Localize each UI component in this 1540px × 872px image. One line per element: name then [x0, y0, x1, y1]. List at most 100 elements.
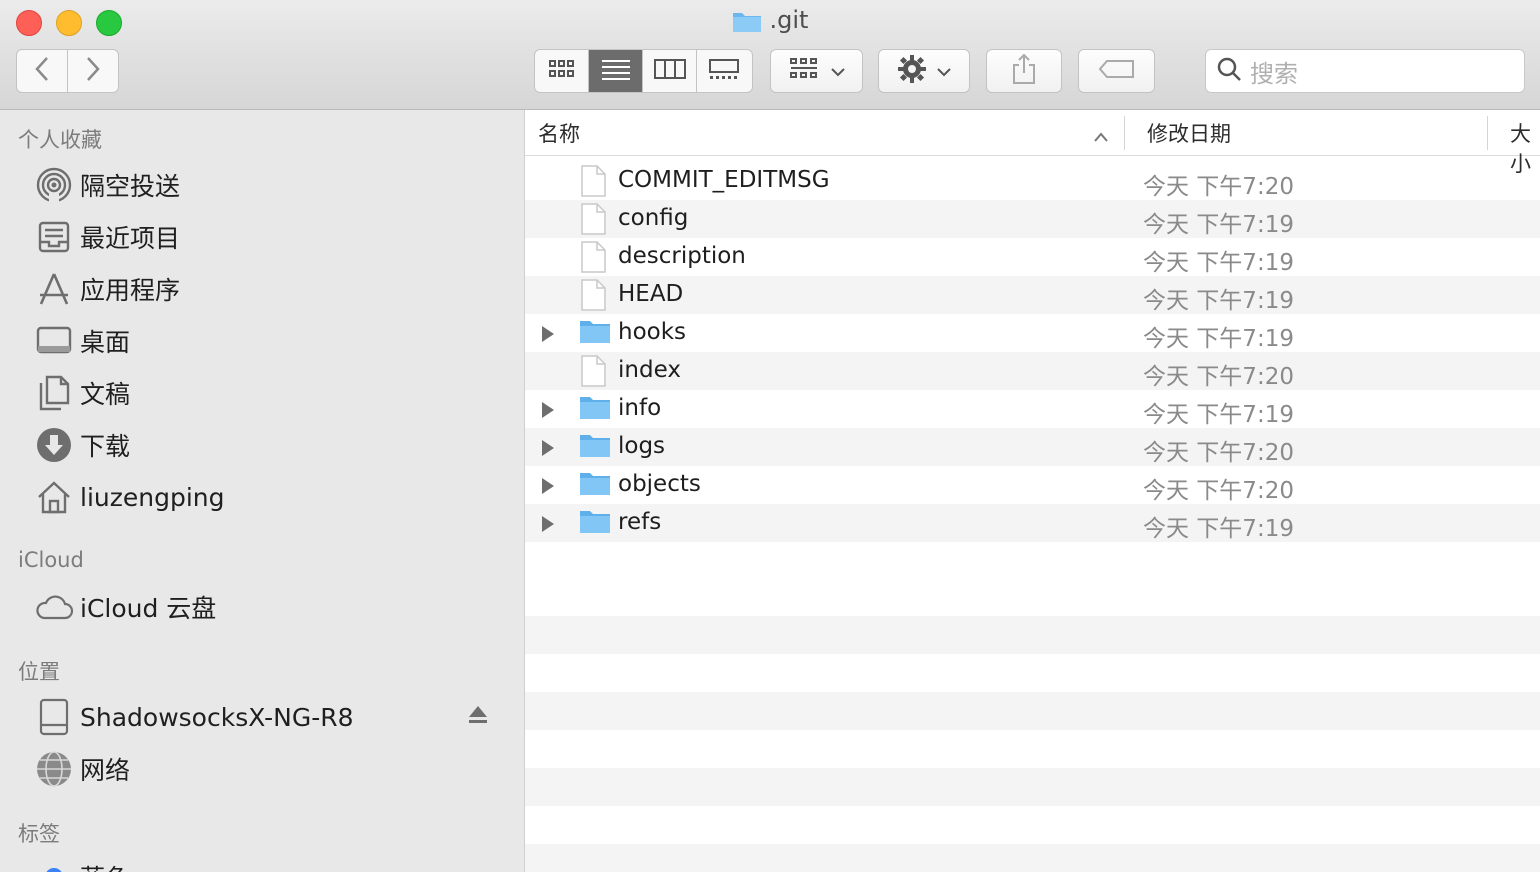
- chevron-down-icon: [937, 62, 951, 81]
- file-modified-date: 今天 下午7:19: [1143, 516, 1294, 542]
- home-icon: [34, 477, 74, 517]
- empty-row-stripe: [525, 692, 1540, 730]
- disclosure-triangle-icon[interactable]: [541, 323, 555, 349]
- forward-button[interactable]: [68, 50, 118, 92]
- file-modified-date: 今天 下午7:20: [1143, 478, 1294, 504]
- column-header-name[interactable]: 名称: [538, 118, 580, 148]
- sidebar-item-home[interactable]: liuzengping: [34, 475, 504, 519]
- file-row[interactable]: index 今天 下午7:20: [525, 352, 1540, 390]
- disclosure-triangle-icon[interactable]: [541, 475, 555, 501]
- document-icon: [579, 241, 607, 279]
- file-row[interactable]: logs 今天 下午7:20: [525, 428, 1540, 466]
- sidebar-item-label: 隔空投送: [80, 172, 181, 201]
- sidebar-item-applications[interactable]: 应用程序: [34, 267, 504, 311]
- document-icon: [579, 355, 607, 393]
- sidebar-item-airdrop[interactable]: 隔空投送: [34, 163, 504, 207]
- list-view-button[interactable]: [589, 50, 643, 92]
- sidebar-item-label: liuzengping: [80, 482, 225, 512]
- chevron-right-icon: [86, 56, 100, 86]
- file-list: 名称 修改日期 大小 COMMIT_EDITMSG 今天 下午7:20 config…: [525, 110, 1540, 872]
- file-modified-date: 今天 下午7:19: [1143, 288, 1294, 314]
- search-field[interactable]: 搜索: [1205, 49, 1525, 93]
- file-row[interactable]: hooks 今天 下午7:19: [525, 314, 1540, 352]
- eject-icon[interactable]: [468, 703, 488, 732]
- file-modified-date: 今天 下午7:19: [1143, 402, 1294, 428]
- file-name: index: [618, 357, 681, 383]
- view-mode-segment: [534, 49, 753, 93]
- sidebar-item-tag-blue[interactable]: 蓝色: [34, 855, 504, 872]
- disclosure-triangle-icon[interactable]: [541, 513, 555, 539]
- file-row[interactable]: COMMIT_EDITMSG 今天 下午7:20: [525, 162, 1540, 200]
- sidebar-item-network[interactable]: 网络: [34, 747, 504, 791]
- group-grid-icon: [789, 57, 821, 85]
- disclosure-triangle-icon[interactable]: [541, 437, 555, 463]
- chevron-left-icon: [35, 56, 49, 86]
- folder-icon: [579, 507, 611, 541]
- chevron-down-icon: [830, 62, 845, 81]
- sidebar-section-favorites: 个人收藏: [18, 128, 102, 152]
- column-divider[interactable]: [1487, 116, 1488, 150]
- sidebar-section-locations: 位置: [18, 660, 60, 684]
- file-name: hooks: [618, 319, 687, 345]
- recents-icon: [34, 217, 74, 257]
- file-modified-date: 今天 下午7:19: [1143, 326, 1294, 352]
- search-icon: [1216, 56, 1242, 86]
- file-name: info: [618, 395, 662, 421]
- share-button[interactable]: [986, 49, 1062, 93]
- sidebar-item-documents[interactable]: 文稿: [34, 371, 504, 415]
- file-row[interactable]: config 今天 下午7:19: [525, 200, 1540, 238]
- list-icon: [601, 58, 631, 84]
- sidebar-item-recents[interactable]: 最近项目: [34, 215, 504, 259]
- tag-icon: [1098, 59, 1135, 83]
- file-modified-date: 今天 下午7:20: [1143, 364, 1294, 390]
- empty-row-stripe: [525, 616, 1540, 654]
- icon-grid-icon: [548, 59, 576, 83]
- icloud-icon: [34, 587, 74, 627]
- gallery-view-button[interactable]: [697, 50, 750, 92]
- file-modified-date: 今天 下午7:20: [1143, 440, 1294, 466]
- file-row[interactable]: objects 今天 下午7:20: [525, 466, 1540, 504]
- toolbar: .git 搜索: [0, 0, 1540, 110]
- file-name: logs: [618, 433, 666, 459]
- column-divider[interactable]: [1124, 116, 1125, 150]
- column-view-button[interactable]: [643, 50, 697, 92]
- window-title: .git: [0, 6, 1540, 39]
- search-placeholder: 搜索: [1250, 59, 1298, 88]
- desktop-icon: [34, 321, 74, 361]
- file-name: HEAD: [618, 281, 684, 307]
- columns-icon: [653, 58, 686, 84]
- edit-tags-button[interactable]: [1078, 49, 1155, 93]
- back-button[interactable]: [17, 50, 68, 92]
- sidebar-item-downloads[interactable]: 下载: [34, 423, 504, 467]
- action-menu-button[interactable]: [878, 49, 970, 93]
- file-modified-date: 今天 下午7:19: [1143, 212, 1294, 238]
- sidebar-item-desktop[interactable]: 桌面: [34, 319, 504, 363]
- sidebar-item-label: 网络: [80, 756, 131, 785]
- file-name: refs: [618, 509, 662, 535]
- gallery-icon: [708, 58, 740, 84]
- file-row[interactable]: description 今天 下午7:19: [525, 238, 1540, 276]
- sidebar-item-label: 下载: [80, 432, 131, 461]
- file-row[interactable]: HEAD 今天 下午7:19: [525, 276, 1540, 314]
- disclosure-triangle-icon[interactable]: [541, 399, 555, 425]
- file-row[interactable]: info 今天 下午7:19: [525, 390, 1540, 428]
- group-by-button[interactable]: [770, 49, 863, 93]
- sidebar-item-shadowsocks-drive[interactable]: ShadowsocksX-NG-R8: [34, 695, 504, 739]
- folder-icon: [579, 469, 611, 503]
- empty-row-stripe: [525, 768, 1540, 806]
- sidebar-item-label: 蓝色: [80, 859, 130, 872]
- file-row[interactable]: refs 今天 下午7:19: [525, 504, 1540, 542]
- sidebar-item-label: 文稿: [80, 380, 131, 409]
- column-header-modified[interactable]: 修改日期: [1147, 118, 1231, 148]
- window-title-text: .git: [769, 6, 809, 34]
- downloads-icon: [34, 425, 74, 465]
- document-icon: [579, 203, 607, 241]
- folder-icon: [579, 393, 611, 427]
- nav-buttons: [16, 49, 119, 93]
- icon-view-button[interactable]: [535, 50, 589, 92]
- folder-icon: [579, 317, 611, 351]
- folder-icon: [579, 431, 611, 465]
- finder-window: .git 搜索 个人收藏 隔空投送 最近项目 应用程序 桌面 文稿 下载 liu…: [0, 0, 1540, 872]
- sort-ascending-icon: [1093, 124, 1109, 148]
- sidebar-item-icloud-drive[interactable]: iCloud 云盘: [34, 585, 504, 629]
